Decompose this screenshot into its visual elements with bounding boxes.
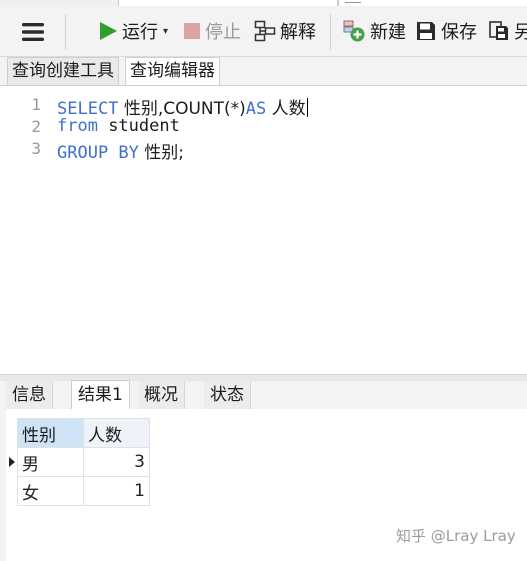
tab-profile[interactable]: 概况 bbox=[138, 381, 185, 409]
tab-info[interactable]: 信息 bbox=[6, 381, 53, 409]
cell-count[interactable]: 3 bbox=[83, 447, 150, 477]
table-row[interactable]: 男 3 bbox=[6, 447, 150, 477]
table-row[interactable]: 女 1 bbox=[6, 476, 150, 506]
tab-query-editor[interactable]: 查询编辑器 bbox=[125, 57, 220, 86]
code-line-3[interactable]: GROUP BY 性别; bbox=[57, 138, 184, 163]
column-header-count[interactable]: 人数 bbox=[83, 418, 150, 448]
line-number-gutter: 1 2 3 bbox=[0, 86, 46, 375]
new-query-icon bbox=[343, 20, 365, 42]
line-number: 2 bbox=[31, 117, 41, 136]
sql-text: 人数 bbox=[266, 99, 306, 119]
column-header-gender[interactable]: 性别 bbox=[17, 418, 84, 448]
save-label: 保存 bbox=[441, 22, 477, 43]
stop-button[interactable]: 停止 bbox=[183, 14, 241, 48]
explain-icon bbox=[254, 20, 276, 42]
sql-keyword: GROUP BY bbox=[57, 143, 139, 163]
text-caret bbox=[306, 98, 308, 117]
stop-icon bbox=[184, 23, 200, 39]
save-as-label: 另 bbox=[514, 22, 527, 43]
toolbar: 运行 ▾ 停止 解释 新建 保存 另 bbox=[0, 6, 527, 57]
result-grid: 性别 人数 男 3 女 1 bbox=[6, 418, 150, 506]
current-row-marker bbox=[6, 447, 18, 477]
save-as-button[interactable]: 另 bbox=[488, 14, 527, 48]
watermark: 知乎 @Lray Lray bbox=[396, 527, 516, 545]
row-pointer-icon bbox=[9, 456, 15, 467]
menu-button[interactable] bbox=[12, 16, 54, 48]
play-icon bbox=[100, 22, 117, 40]
code-line-2[interactable]: from student bbox=[57, 116, 180, 136]
row-marker bbox=[6, 476, 18, 506]
sql-editor[interactable]: 1 2 3 SELECT 性别,COUNT(*)AS 人数 from stude… bbox=[0, 85, 527, 375]
sql-keyword: AS bbox=[245, 99, 267, 119]
sql-text: 性别; bbox=[138, 143, 185, 163]
tab-status[interactable]: 状态 bbox=[204, 381, 251, 409]
hamburger-icon bbox=[22, 23, 44, 41]
line-number: 3 bbox=[31, 139, 41, 158]
new-label: 新建 bbox=[370, 22, 406, 43]
tab-query-builder[interactable]: 查询创建工具 bbox=[7, 57, 119, 85]
row-marker-header bbox=[6, 418, 18, 448]
explain-button[interactable]: 解释 bbox=[254, 14, 316, 48]
result-tab-bar: 信息 结果1 概况 状态 bbox=[0, 380, 527, 410]
header-row: 性别 人数 bbox=[6, 418, 150, 448]
toolbar-separator bbox=[65, 14, 66, 50]
tab-result-1[interactable]: 结果1 bbox=[71, 380, 130, 410]
save-as-icon bbox=[489, 21, 508, 40]
save-button[interactable]: 保存 bbox=[415, 14, 477, 48]
run-dropdown-icon[interactable]: ▾ bbox=[163, 26, 168, 37]
cell-count[interactable]: 1 bbox=[83, 476, 150, 506]
toolbar-separator bbox=[330, 14, 331, 50]
save-icon bbox=[417, 22, 435, 40]
explain-label: 解释 bbox=[280, 22, 316, 43]
line-number: 1 bbox=[31, 95, 41, 114]
new-button[interactable]: 新建 bbox=[342, 14, 406, 48]
cell-gender[interactable]: 女 bbox=[17, 476, 84, 506]
editor-tab-bar: 查询创建工具 查询编辑器 bbox=[0, 57, 527, 86]
run-button[interactable]: 运行 ▾ bbox=[98, 14, 168, 48]
sql-text: student bbox=[97, 116, 180, 136]
stop-label: 停止 bbox=[205, 22, 241, 43]
run-label: 运行 bbox=[122, 22, 158, 43]
sql-keyword: from bbox=[57, 116, 98, 136]
cell-gender[interactable]: 男 bbox=[17, 447, 84, 477]
